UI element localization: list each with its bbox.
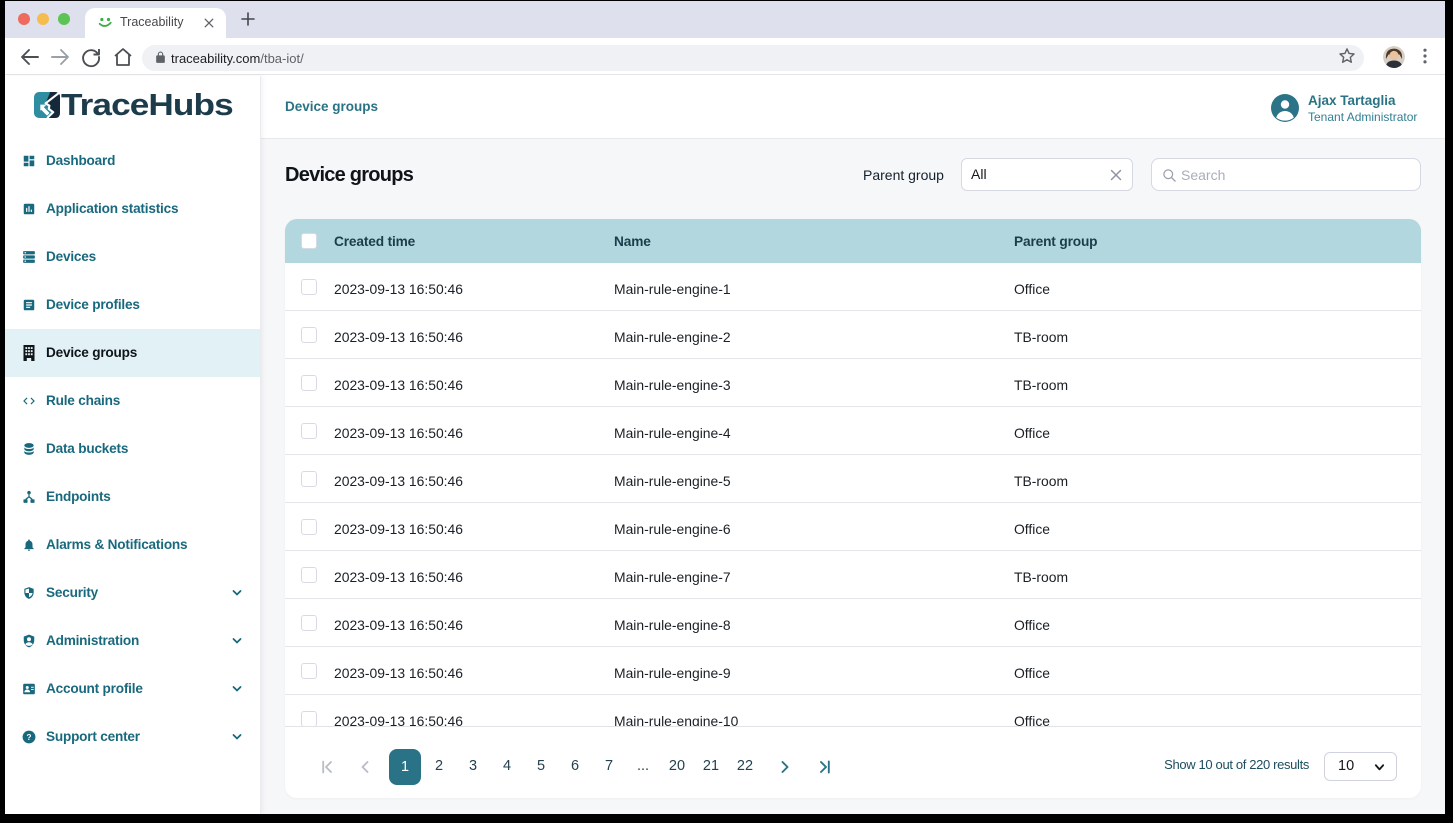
svg-text:?: ? <box>27 733 32 742</box>
